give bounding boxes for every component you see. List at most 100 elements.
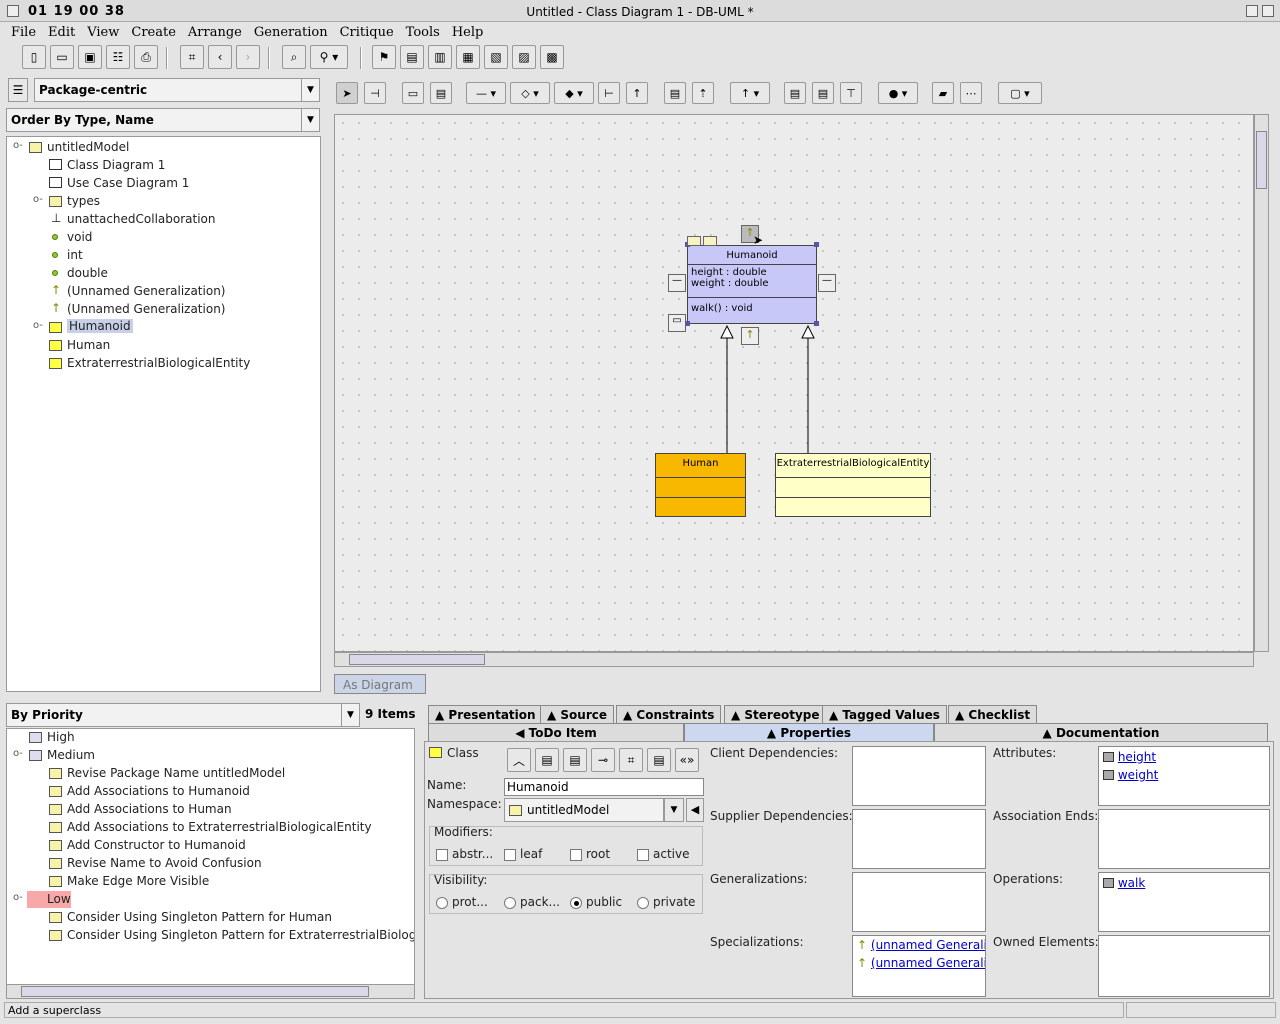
operation-tool-icon[interactable]: ▤: [812, 82, 834, 104]
todo-item[interactable]: Make Edge More Visible: [9, 873, 409, 891]
attribute-row[interactable]: weight : double: [691, 278, 813, 289]
menu-help[interactable]: Help: [452, 25, 484, 40]
new-activity-diagram-icon[interactable]: ▨: [512, 45, 536, 69]
perspective-icon[interactable]: ☰: [8, 78, 28, 102]
todo-item[interactable]: Add Associations to ExtraterrestrialBiol…: [9, 819, 409, 837]
menu-generation[interactable]: Generation: [254, 25, 328, 40]
tree-item-human[interactable]: Human: [9, 337, 319, 355]
shape-tool-icon[interactable]: ▢ ▾: [998, 82, 1042, 104]
go-up-icon[interactable]: ︿: [507, 748, 531, 772]
tree-item-collaboration[interactable]: ⊥ unattachedCollaboration: [9, 211, 319, 229]
new-file-icon[interactable]: ▯: [22, 45, 46, 69]
visibility-package[interactable]: pack...: [504, 895, 560, 909]
forward-icon[interactable]: ›: [236, 45, 260, 69]
owned-elements-list[interactable]: [1098, 935, 1270, 997]
interface-tool-icon[interactable]: ▤: [664, 82, 686, 104]
new-inner-class-icon[interactable]: ⌗: [619, 748, 643, 772]
supplier-dependencies-list[interactable]: [852, 809, 986, 869]
new-deployment-diagram-icon[interactable]: ▩: [540, 45, 564, 69]
canvas-hscrollbar[interactable]: [334, 652, 1254, 667]
list-item[interactable]: walk: [1103, 876, 1145, 890]
modifier-root[interactable]: root: [570, 847, 610, 861]
select-tool-icon[interactable]: ➤: [336, 82, 358, 104]
todo-item[interactable]: Consider Using Singleton Pattern for Hum…: [9, 909, 409, 927]
dependency-tool-icon[interactable]: ↑ ▾: [730, 82, 770, 104]
tab-properties[interactable]: ▲ Properties: [684, 723, 934, 741]
realization-tool-icon[interactable]: ⇡: [692, 82, 714, 104]
add-association-right-button[interactable]: —: [818, 274, 836, 292]
menu-edit[interactable]: Edit: [48, 25, 75, 40]
add-composition-button[interactable]: ▭: [668, 314, 686, 332]
back-icon[interactable]: ‹: [208, 45, 232, 69]
visibility-private[interactable]: private: [637, 895, 695, 909]
list-item[interactable]: ↑ (unnamed Generaliz: [857, 938, 985, 952]
properties-icon[interactable]: ☷: [106, 45, 130, 69]
operations-list[interactable]: walk: [1098, 872, 1270, 932]
canvas-vscrollbar[interactable]: [1254, 114, 1269, 652]
new-class-icon[interactable]: ▤: [647, 748, 671, 772]
composition-tool-icon[interactable]: ◆ ▾: [554, 82, 594, 104]
todo-group-high[interactable]: High: [9, 729, 409, 747]
tree-item-usecase-diagram[interactable]: Use Case Diagram 1: [9, 175, 319, 193]
tab-source[interactable]: ▲ Source: [540, 705, 615, 723]
tree-item-void[interactable]: void: [9, 229, 319, 247]
tree-item-ete[interactable]: ExtraterrestrialBiologicalEntity: [9, 355, 319, 373]
folder-icon[interactable]: [703, 236, 717, 246]
todo-item[interactable]: Add Constructor to Humanoid: [9, 837, 409, 855]
close-button[interactable]: [1262, 5, 1274, 17]
todo-group-medium[interactable]: o- Medium: [9, 747, 409, 765]
print-icon[interactable]: ⎙: [134, 45, 158, 69]
selection-handle[interactable]: [814, 321, 819, 326]
zoom-icon[interactable]: ⚲ ▾: [310, 45, 348, 69]
add-association-left-button[interactable]: —: [668, 274, 686, 292]
visibility-protected[interactable]: prot...: [436, 895, 488, 909]
class-human[interactable]: Human: [655, 453, 746, 517]
new-attribute-icon[interactable]: ▤: [535, 748, 559, 772]
generalizations-list[interactable]: [852, 872, 986, 932]
aggregation-tool-icon[interactable]: ◇ ▾: [510, 82, 550, 104]
tab-documentation[interactable]: ▲ Documentation: [934, 723, 1268, 741]
todo-group-low[interactable]: o- Low: [9, 891, 409, 909]
new-sequence-diagram-icon[interactable]: ▥: [428, 45, 452, 69]
diagram-canvas[interactable]: Humanoid height : double weight : double…: [334, 114, 1254, 652]
tree-item-double[interactable]: double: [9, 265, 319, 283]
tab-checklist[interactable]: ▲ Checklist: [948, 705, 1038, 723]
modifier-active[interactable]: active: [637, 847, 689, 861]
generalization-tool-icon[interactable]: ↑: [626, 82, 648, 104]
todo-item[interactable]: Consider Using Singleton Pattern for Ext…: [9, 927, 414, 945]
new-state-diagram-icon[interactable]: ▧: [484, 45, 508, 69]
todo-item[interactable]: Revise Name to Avoid Confusion: [9, 855, 409, 873]
class-humanoid[interactable]: Humanoid height : double weight : double…: [687, 245, 817, 324]
tree-item-generalization[interactable]: ↑ (Unnamed Generalization): [9, 283, 319, 301]
datatype-tool-icon[interactable]: ⊤: [840, 82, 862, 104]
attribute-tool-icon[interactable]: ▤: [784, 82, 806, 104]
new-class-diagram-icon[interactable]: ▤: [400, 45, 424, 69]
client-dependencies-list[interactable]: [852, 746, 986, 806]
tree-item-generalization[interactable]: ↑ (Unnamed Generalization): [9, 301, 319, 319]
operation-row[interactable]: walk() : void: [691, 303, 813, 314]
tree-item-int[interactable]: int: [9, 247, 319, 265]
tree-item-humanoid[interactable]: o- Humanoid: [9, 319, 319, 337]
tree-item-model[interactable]: o-untitledModel: [9, 139, 319, 157]
class-tool-icon[interactable]: ▤: [430, 82, 452, 104]
tab-constraints[interactable]: ▲ Constraints: [616, 705, 722, 723]
perspective-select[interactable]: Package-centric ▼: [34, 78, 320, 102]
comment-link-tool-icon[interactable]: ⋯: [960, 82, 982, 104]
attribute-row[interactable]: height : double: [691, 267, 813, 278]
menu-critique[interactable]: Critique: [340, 25, 394, 40]
package-tool-icon[interactable]: ▭: [402, 82, 424, 104]
todo-hscrollbar[interactable]: [6, 984, 415, 999]
namespace-select[interactable]: untitledModel: [504, 798, 664, 822]
association-ends-list[interactable]: [1098, 809, 1270, 869]
specializations-list[interactable]: ↑ (unnamed Generaliz ↑ (unnamed Generali…: [852, 935, 986, 997]
tree-item-class-diagram[interactable]: Class Diagram 1: [9, 157, 319, 175]
order-select[interactable]: Order By Type, Name ▼: [6, 108, 320, 132]
list-item[interactable]: weight: [1103, 768, 1158, 782]
select-all-icon[interactable]: ⌗: [180, 45, 204, 69]
list-item[interactable]: ↑ (unnamed Generaliz: [857, 956, 985, 970]
new-operation-icon[interactable]: ▤: [563, 748, 587, 772]
state-tool-icon[interactable]: ● ▾: [878, 82, 918, 104]
attributes-list[interactable]: height weight: [1098, 746, 1270, 806]
name-field[interactable]: Humanoid: [504, 778, 704, 796]
modifier-abstract[interactable]: abstr...: [436, 847, 493, 861]
